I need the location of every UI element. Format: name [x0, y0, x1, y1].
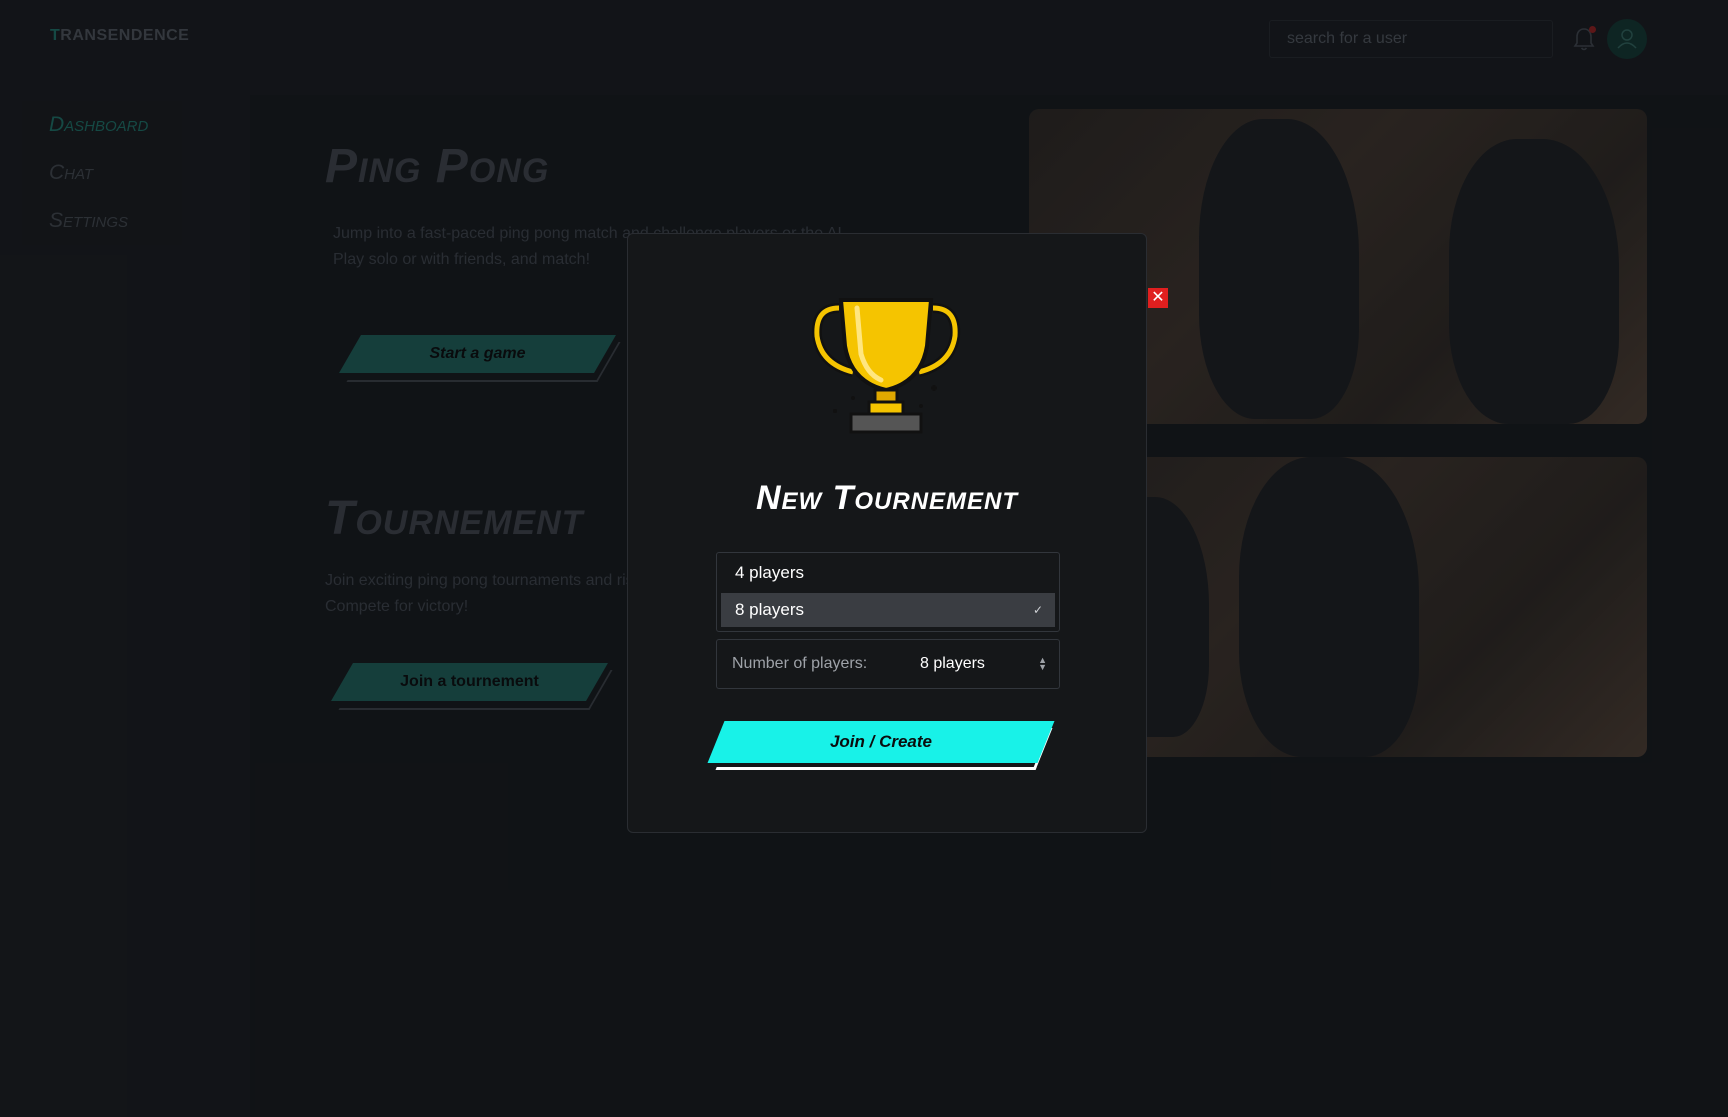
- option-label: 8 players: [735, 600, 804, 619]
- trophy-icon: [811, 298, 961, 434]
- players-select-value: 8 players: [920, 655, 985, 672]
- option-8-players[interactable]: 8 players ✓: [721, 593, 1055, 627]
- join-create-label: Join / Create: [829, 732, 933, 751]
- players-listbox[interactable]: 4 players 8 players ✓: [716, 552, 1060, 632]
- app: TRANSENDENCE Dashboard Chat Settings Pin…: [0, 0, 1728, 1117]
- updown-chevron-icon: ▲ ▼: [1038, 655, 1047, 672]
- players-select[interactable]: Number of players: 8 players ▲ ▼: [716, 639, 1060, 689]
- close-icon[interactable]: ✕: [1148, 288, 1168, 308]
- players-select-label: Number of players:: [732, 655, 868, 672]
- option-4-players[interactable]: 4 players: [721, 556, 1055, 590]
- modal-title: New Tournement: [755, 479, 1019, 517]
- new-tournement-modal: New Tournement 4 players 8 players ✓ Numb…: [627, 233, 1147, 833]
- option-label: 4 players: [735, 563, 804, 582]
- join-create-button[interactable]: Join / Create: [707, 721, 1055, 770]
- check-icon: ✓: [1032, 603, 1043, 617]
